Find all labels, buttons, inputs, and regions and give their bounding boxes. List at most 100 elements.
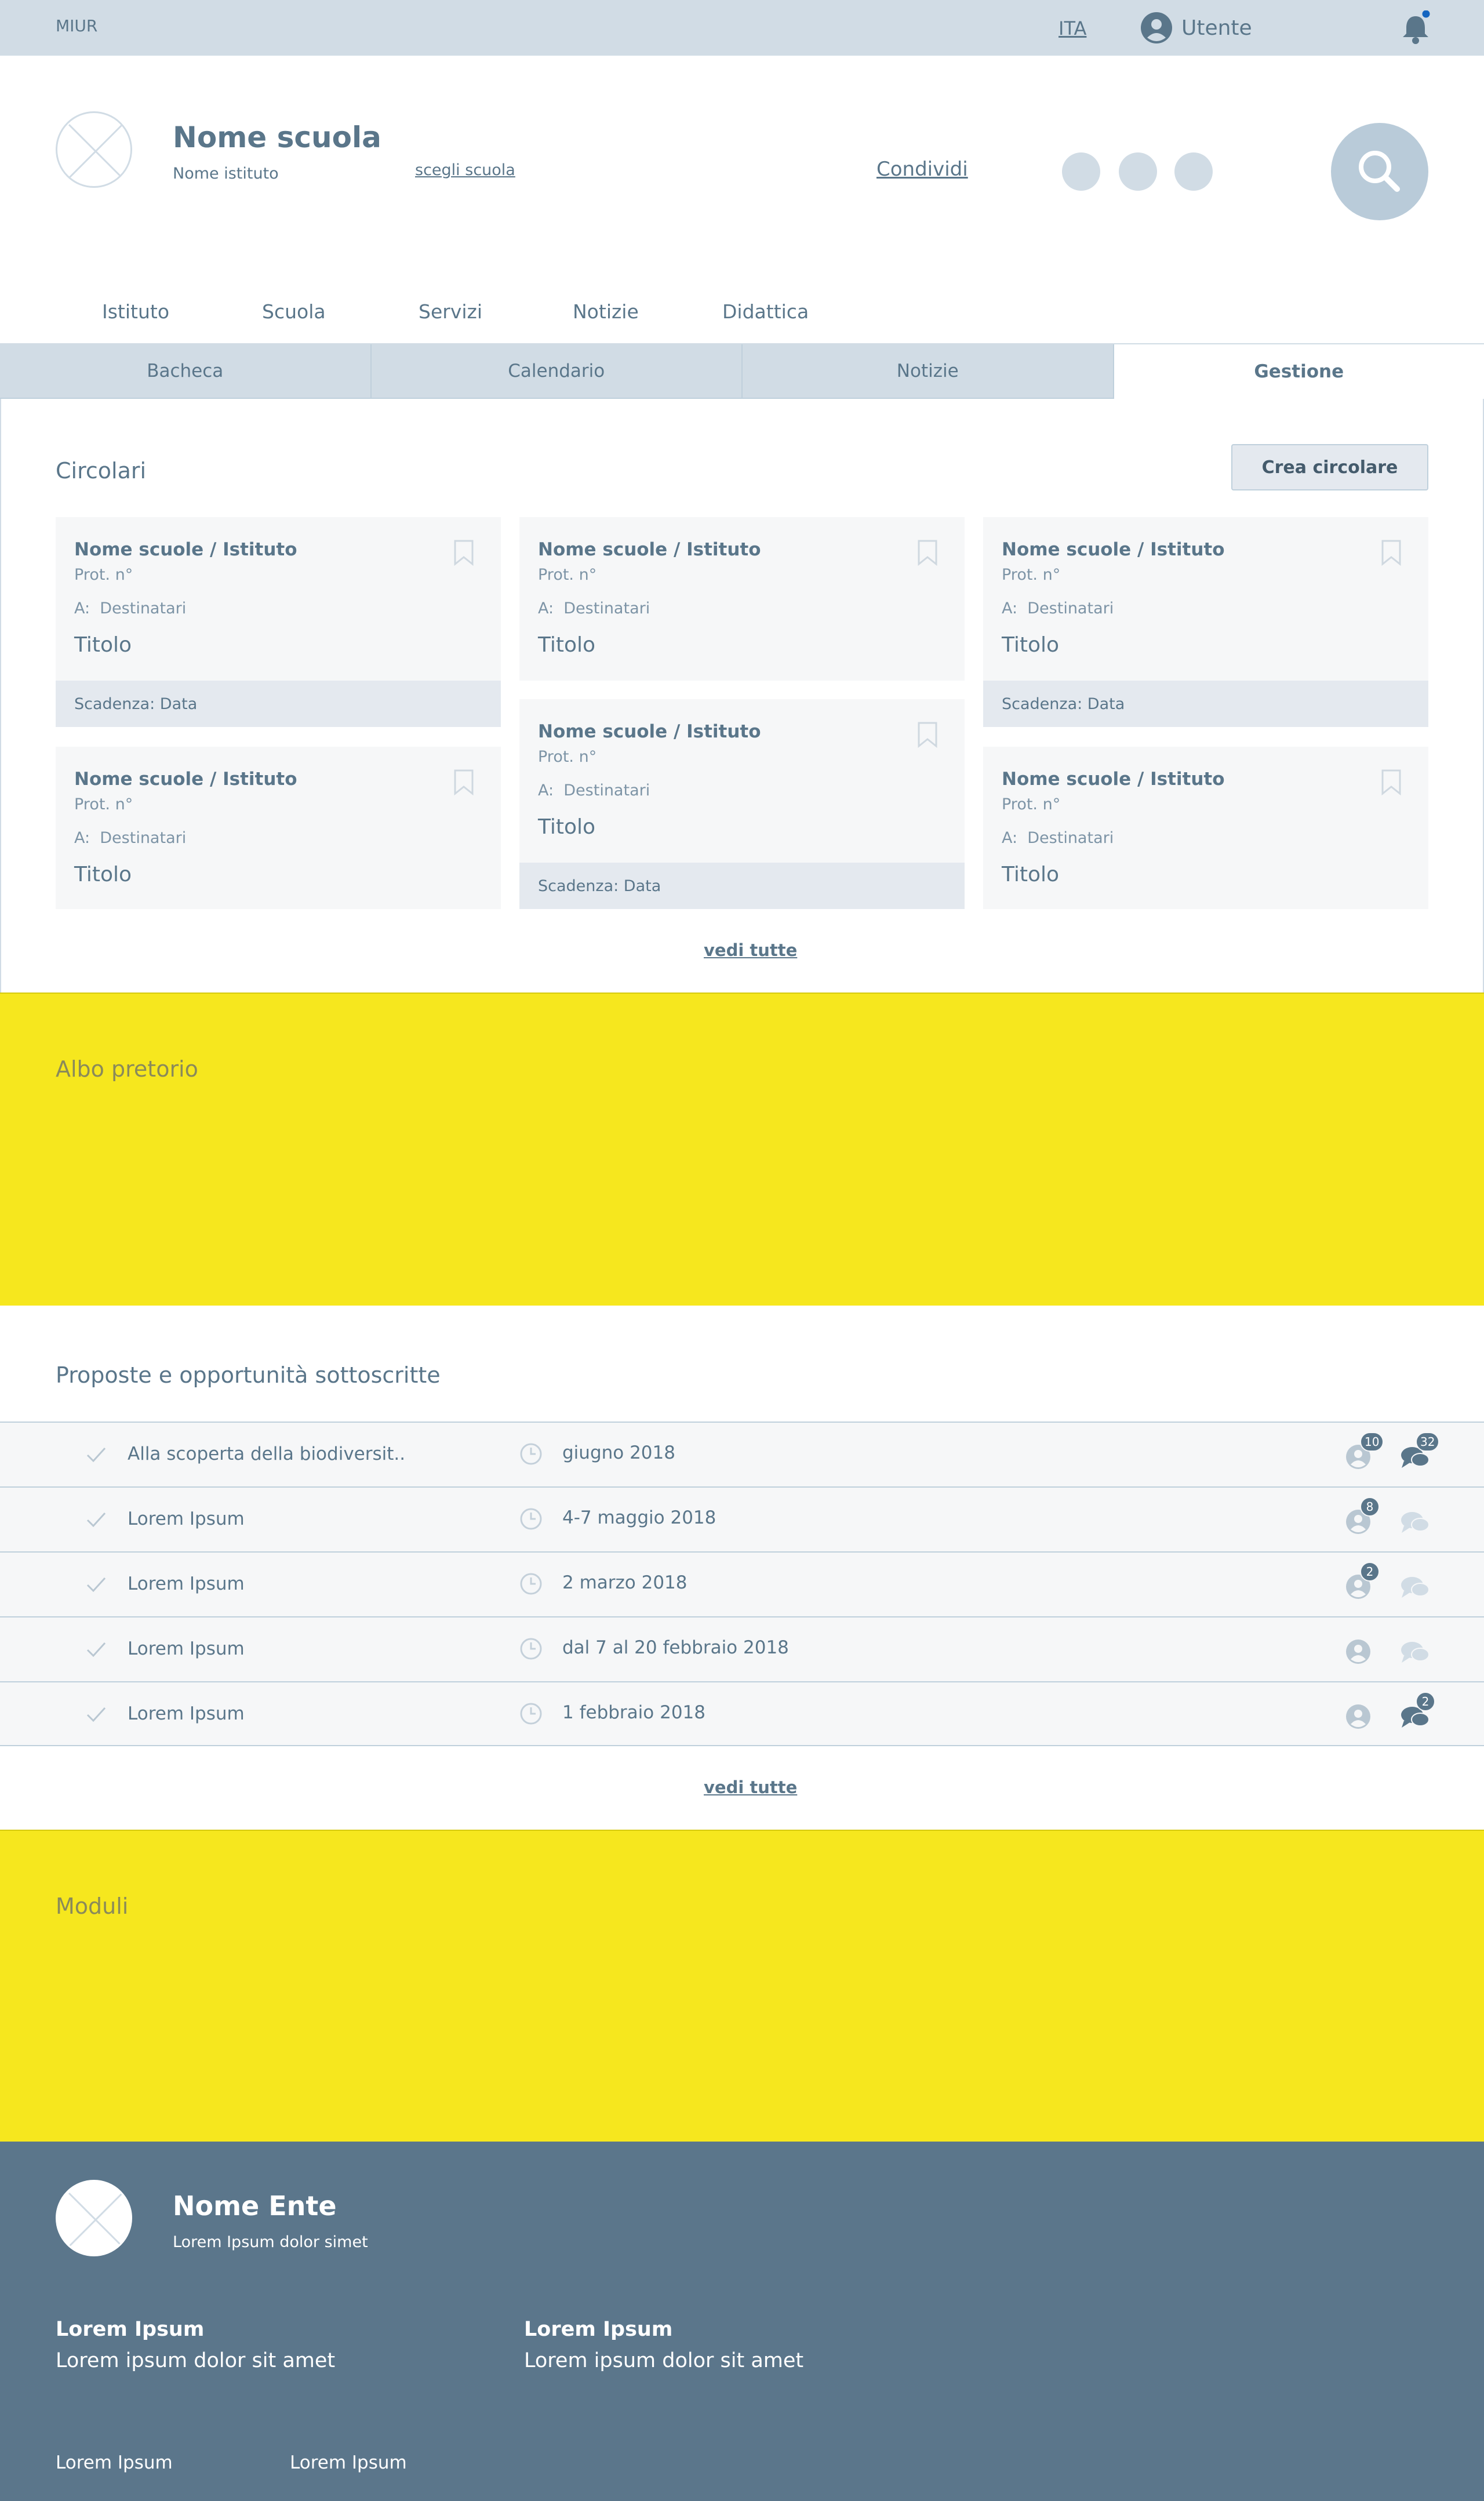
clock-icon (520, 1573, 542, 1595)
moduli-section: Moduli (0, 1830, 1484, 2143)
bookmark-icon[interactable] (1381, 769, 1402, 795)
card-protocol: Prot. n° (1002, 566, 1061, 584)
footer-column-heading: Lorem Ipsum (56, 2318, 205, 2341)
footer-link[interactable]: Lorem Ipsum (290, 2452, 407, 2473)
proposal-date: 1 febbraio 2018 (562, 1702, 705, 1723)
top-bar: MIUR ITA Utente (0, 0, 1484, 56)
nav-item-didattica[interactable]: Didattica (722, 300, 809, 323)
comments-button[interactable] (1399, 1638, 1431, 1665)
proposte-title: Proposte e opportunità sottoscritte (56, 1362, 441, 1388)
user-icon (1346, 1640, 1370, 1664)
card-deadline: Scadenza: Data (983, 681, 1428, 727)
tab-gestione[interactable]: Gestione (1114, 344, 1484, 399)
circular-card[interactable]: Nome scuole / Istituto Prot. n° A: Desti… (56, 747, 501, 909)
circular-card[interactable]: Nome scuole / Istituto Prot. n° A: Desti… (519, 699, 965, 909)
comments-badge: 2 (1416, 1692, 1435, 1711)
notifications-button[interactable] (1399, 8, 1432, 45)
tab-notizie[interactable]: Notizie (743, 344, 1114, 399)
comments-button[interactable] (1399, 1573, 1431, 1600)
comments-button[interactable] (1399, 1508, 1431, 1535)
bookmark-icon[interactable] (917, 539, 938, 566)
proposal-title: Lorem Ipsum (128, 1638, 245, 1659)
circolari-see-all-link[interactable]: vedi tutte (704, 940, 797, 960)
school-logo (56, 111, 132, 188)
card-protocol: Prot. n° (74, 566, 133, 584)
comments-button[interactable]: 2 (1399, 1692, 1435, 1730)
recipients-prefix: A: (1002, 599, 1018, 617)
tab-calendario[interactable]: Calendario (371, 344, 743, 399)
participants-badge: 2 (1360, 1562, 1380, 1582)
recipients-prefix: A: (74, 829, 90, 847)
card-protocol: Prot. n° (538, 566, 597, 584)
clock-icon (520, 1638, 542, 1660)
ente-name: Nome Ente (173, 2190, 337, 2222)
circular-card[interactable]: Nome scuole / Istituto Prot. n° A: Desti… (983, 747, 1428, 909)
card-title: Titolo (1002, 633, 1060, 657)
participants-button[interactable]: 10 (1345, 1432, 1384, 1470)
clock-icon (520, 1508, 542, 1530)
participants-button[interactable] (1345, 1703, 1372, 1730)
create-circular-button[interactable]: Crea circolare (1231, 444, 1428, 490)
proposal-row[interactable]: Lorem Ipsum dal 7 al 20 febbraio 2018 (0, 1616, 1484, 1681)
circular-card[interactable]: Nome scuole / Istituto Prot. n° A: Desti… (983, 517, 1428, 727)
participants-button[interactable]: 8 (1345, 1497, 1380, 1535)
proposal-date: giugno 2018 (562, 1442, 675, 1463)
bookmark-icon[interactable] (453, 769, 474, 795)
chat-icon (1401, 1512, 1430, 1533)
user-name: Utente (1181, 16, 1252, 40)
bookmark-icon[interactable] (453, 539, 474, 566)
ente-logo (56, 2180, 132, 2256)
card-institute: Nome scuole / Istituto (74, 769, 297, 790)
footer-link[interactable]: Lorem Ipsum (56, 2452, 173, 2473)
proposal-date: 4-7 maggio 2018 (562, 1507, 716, 1528)
participants-button[interactable] (1345, 1638, 1372, 1665)
social-button-2[interactable] (1119, 152, 1157, 191)
proposal-row[interactable]: Lorem Ipsum 2 marzo 2018 2 (0, 1551, 1484, 1616)
language-selector[interactable]: ITA (1059, 17, 1086, 39)
nav-item-istituto[interactable]: Istituto (102, 300, 169, 323)
card-title: Titolo (1002, 863, 1060, 886)
card-protocol: Prot. n° (74, 795, 133, 813)
comments-badge: 32 (1416, 1432, 1440, 1452)
share-link[interactable]: Condividi (876, 158, 968, 181)
tab-bar: Bacheca Calendario Notizie Gestione (0, 344, 1484, 399)
check-icon (86, 1642, 106, 1657)
choose-school-link[interactable]: scegli scuola (415, 161, 515, 179)
social-button-1[interactable] (1062, 152, 1100, 191)
footer-column-text: Lorem ipsum dolor sit amet (56, 2349, 336, 2372)
circular-card[interactable]: Nome scuole / Istituto Prot. n° A: Desti… (519, 517, 965, 681)
card-title: Titolo (538, 815, 596, 839)
chat-icon (1401, 1577, 1430, 1598)
bookmark-icon[interactable] (917, 721, 938, 748)
nav-item-notizie[interactable]: Notizie (573, 300, 639, 323)
bookmark-icon[interactable] (1381, 539, 1402, 566)
recipients-value: Destinatari (100, 599, 187, 617)
proposal-row[interactable]: Lorem Ipsum 4-7 maggio 2018 8 (0, 1486, 1484, 1551)
recipients-value: Destinatari (100, 829, 187, 847)
card-recipients: A: Destinatari (538, 599, 650, 617)
albo-pretorio-section: Albo pretorio (0, 993, 1484, 1306)
card-title: Titolo (74, 633, 132, 657)
comments-button[interactable]: 32 (1399, 1432, 1440, 1470)
brand-label: MIUR (56, 16, 98, 35)
search-button[interactable] (1331, 123, 1428, 220)
participants-badge: 8 (1360, 1497, 1380, 1517)
social-button-3[interactable] (1174, 152, 1213, 191)
proposal-title: Lorem Ipsum (128, 1573, 245, 1594)
proposte-see-all-link[interactable]: vedi tutte (704, 1777, 797, 1797)
tab-bacheca[interactable]: Bacheca (0, 344, 372, 399)
nav-item-scuola[interactable]: Scuola (262, 300, 326, 323)
card-protocol: Prot. n° (1002, 795, 1061, 813)
participants-button[interactable]: 2 (1345, 1562, 1380, 1600)
proposal-row[interactable]: Alla scoperta della biodiversit.. giugno… (0, 1422, 1484, 1486)
albo-pretorio-title: Albo pretorio (56, 1056, 198, 1082)
circular-card[interactable]: Nome scuole / Istituto Prot. n° A: Desti… (56, 517, 501, 727)
proposal-row[interactable]: Lorem Ipsum 1 febbraio 2018 2 (0, 1681, 1484, 1746)
recipients-value: Destinatari (563, 599, 650, 617)
card-institute: Nome scuole / Istituto (1002, 769, 1225, 790)
user-menu[interactable]: Utente (1141, 12, 1252, 44)
moduli-title: Moduli (56, 1893, 129, 1919)
nav-item-servizi[interactable]: Servizi (419, 300, 482, 323)
footer-column-text: Lorem ipsum dolor sit amet (524, 2349, 804, 2372)
clock-icon (520, 1443, 542, 1465)
